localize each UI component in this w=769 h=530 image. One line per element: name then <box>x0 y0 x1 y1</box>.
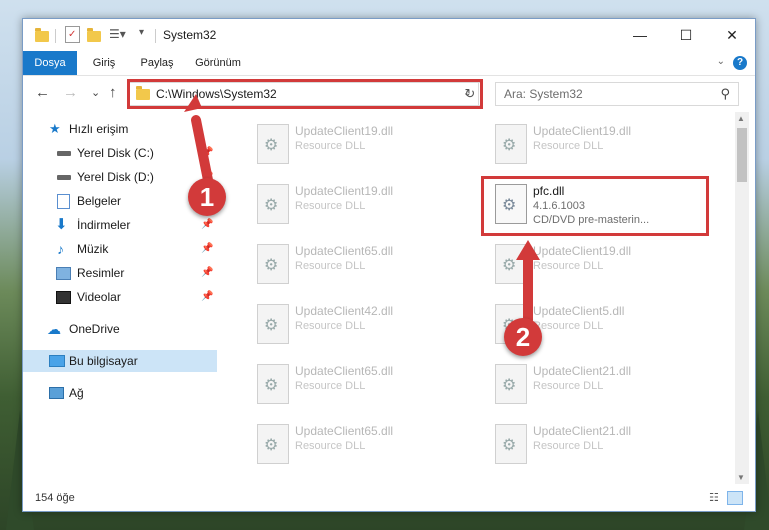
step-badge-1: 1 <box>188 178 226 216</box>
annotation-arrows <box>184 94 540 325</box>
step-badge-2: 2 <box>504 318 542 356</box>
arrow-2 <box>516 240 540 325</box>
arrow-1 <box>184 94 213 185</box>
